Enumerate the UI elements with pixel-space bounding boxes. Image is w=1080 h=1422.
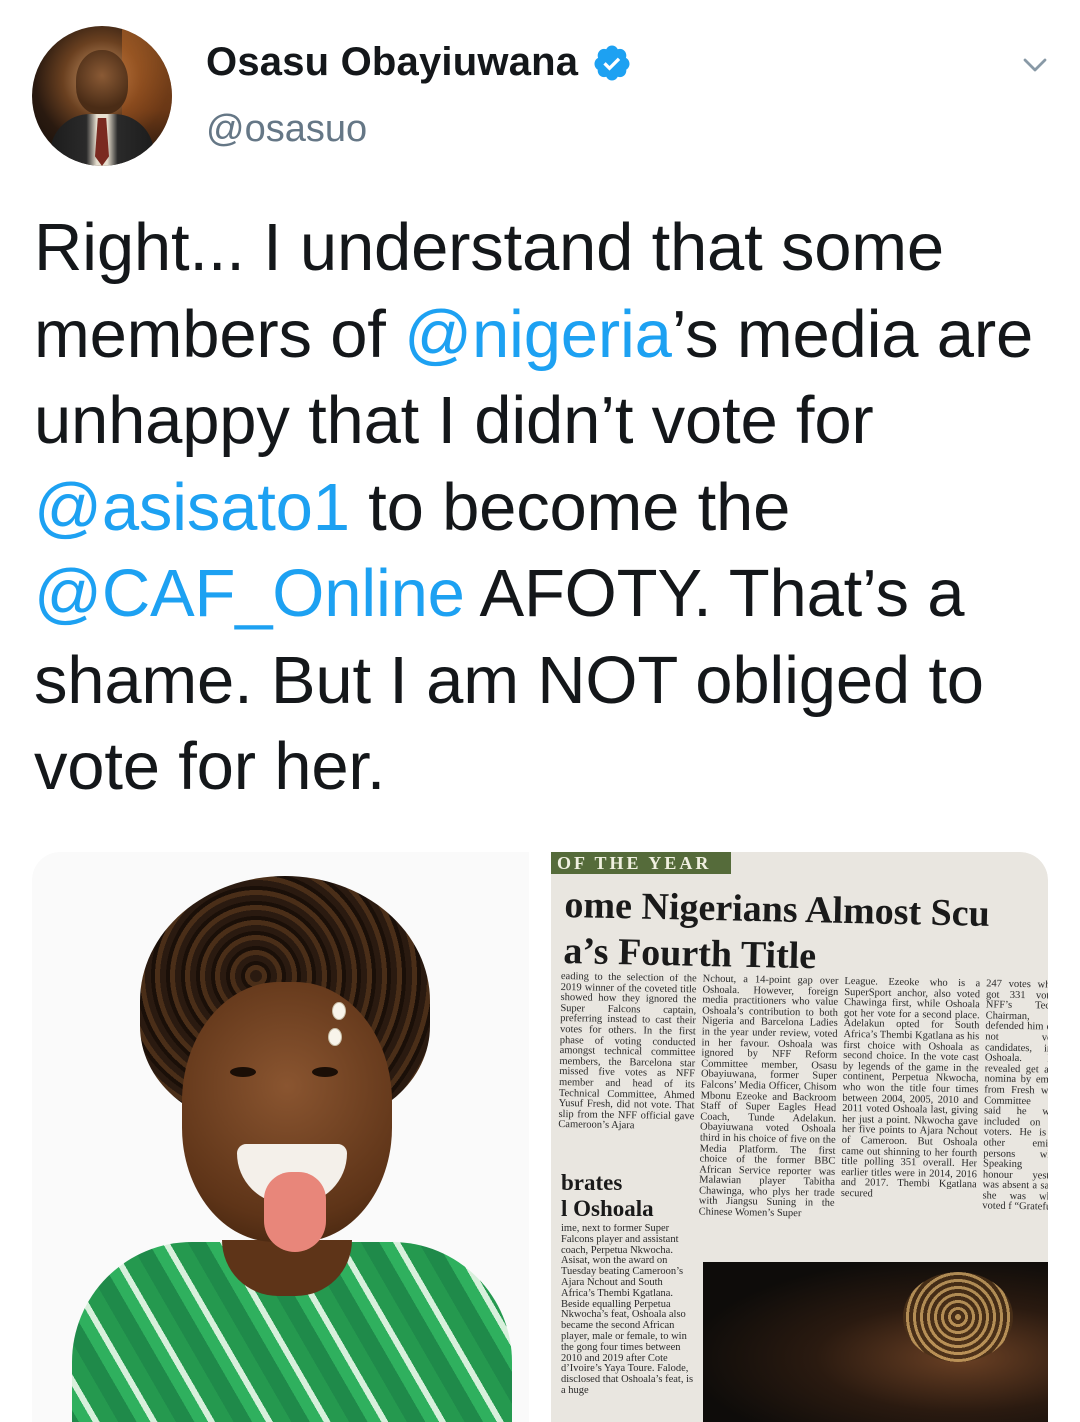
newspaper-subhead: brates l Oshoala — [561, 1170, 701, 1222]
newspaper-column: League. Ezeoke who is a SuperSport ancho… — [840, 976, 981, 1200]
mention-link-nigeria[interactable]: @nigeria — [404, 297, 672, 372]
avatar[interactable] — [32, 26, 172, 166]
hair-shell — [328, 1028, 342, 1046]
mention-link-caf-online[interactable]: @CAF_Online — [34, 556, 465, 631]
tweet: Osasu Obayiuwana @osasuo Right... I unde… — [0, 0, 1080, 1422]
media-photo-player[interactable] — [32, 852, 529, 1422]
display-name[interactable]: Osasu Obayiuwana — [206, 40, 578, 85]
hair-shell — [332, 1002, 346, 1020]
newspaper-photo-hair — [903, 1272, 1013, 1362]
newspaper-headline: ome Nigerians Almost Scu a’s Fourth Titl… — [563, 882, 1048, 984]
newspaper-subhead-line: l Oshoala — [561, 1196, 654, 1221]
verified-badge-icon — [594, 45, 630, 80]
chevron-down-icon[interactable] — [1020, 50, 1050, 80]
author-handle[interactable]: @osasuo — [206, 108, 367, 151]
newspaper-column: ime, next to former Super Falcons player… — [561, 1224, 694, 1396]
author-name-row[interactable]: Osasu Obayiuwana — [206, 40, 632, 85]
player-tongue — [264, 1172, 326, 1252]
avatar-face — [76, 50, 128, 114]
newspaper-photo — [703, 1262, 1048, 1422]
newspaper-banner: OF THE YEAR — [551, 852, 731, 874]
newspaper-column: 247 votes while got 331 votes. NFF’s Tec… — [982, 979, 1048, 1214]
player-eye — [230, 1067, 256, 1077]
player-eye — [312, 1067, 338, 1077]
newspaper-subhead-line: brates — [561, 1170, 623, 1195]
tweet-text: Right... I understand that some members … — [34, 205, 1054, 811]
tweet-media: OF THE YEAR ome Nigerians Almost Scu a’s… — [32, 852, 1048, 1422]
tweet-text-segment: to become the — [349, 469, 791, 545]
media-photo-newspaper[interactable]: OF THE YEAR ome Nigerians Almost Scu a’s… — [551, 852, 1048, 1422]
mention-link-asisato1[interactable]: @asisato1 — [34, 470, 350, 545]
newspaper-column: Nchout, a 14-point gap over Oshoala. How… — [698, 974, 839, 1220]
